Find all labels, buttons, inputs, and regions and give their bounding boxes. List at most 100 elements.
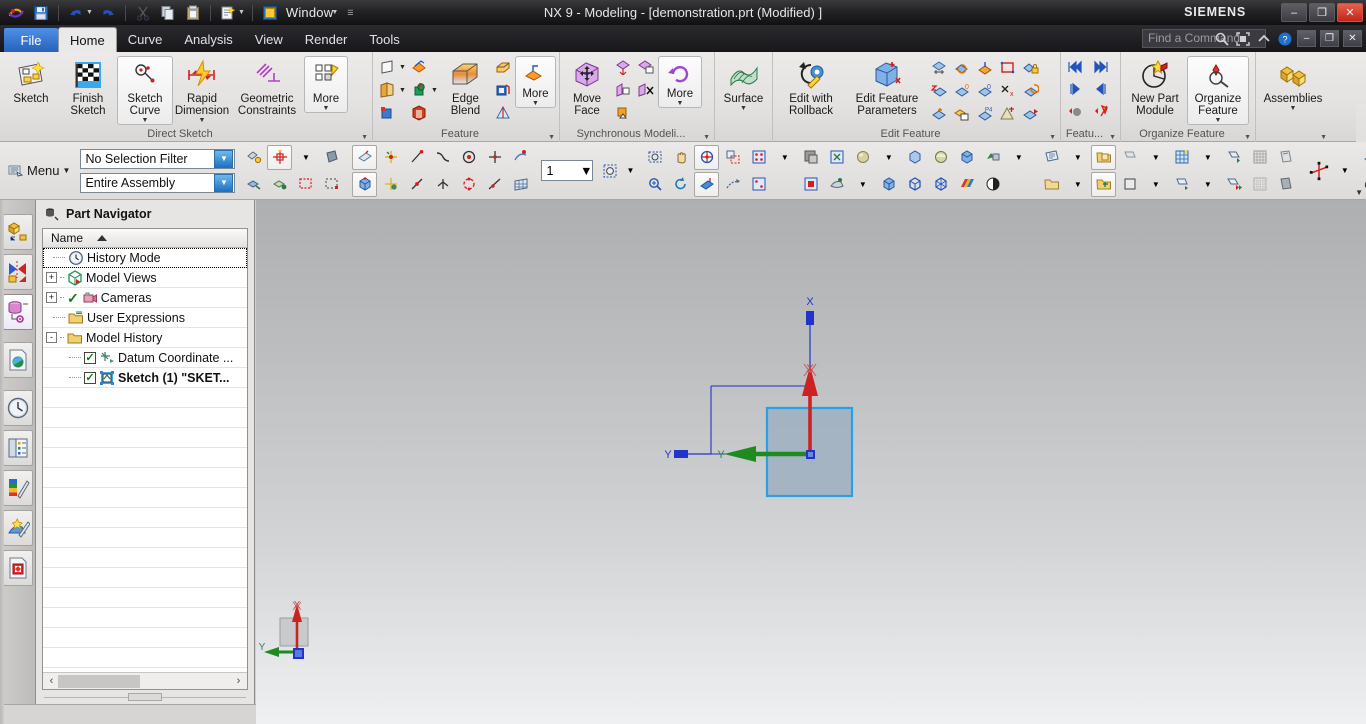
rapid-dimension-button[interactable]: Rapid Dimension ▼ — [174, 56, 230, 125]
view-style-dropdown-icon[interactable]: ▼ — [850, 172, 875, 197]
static-wireframe-icon[interactable] — [902, 145, 927, 170]
selection-filter-arrow-icon[interactable]: ▼ — [214, 149, 234, 168]
close-doc-button[interactable]: ✕ — [1343, 30, 1362, 47]
line-icon[interactable] — [404, 145, 429, 170]
step-forward-icon[interactable] — [1090, 100, 1112, 122]
window-menu-caret-icon[interactable]: ▼ — [331, 9, 340, 16]
restore-button[interactable]: ❐ — [1309, 3, 1335, 22]
direct-sketch-more-button[interactable]: More ▼ — [304, 56, 348, 113]
cameras-check-icon[interactable]: ✓ — [67, 291, 79, 305]
trim-icon[interactable] — [430, 172, 455, 197]
pan-icon[interactable] — [668, 145, 693, 170]
tab-view[interactable]: View — [244, 27, 294, 52]
play-feature-icon[interactable] — [1020, 103, 1042, 125]
line-point-icon[interactable] — [404, 172, 429, 197]
select-component-icon[interactable] — [267, 172, 292, 197]
select-general-icon[interactable] — [241, 145, 266, 170]
close-button[interactable]: ✕ — [1337, 3, 1363, 22]
reuse-library-icon[interactable] — [2, 342, 33, 378]
circle-icon[interactable] — [456, 145, 481, 170]
edge-blend-button[interactable]: Edge Blend — [440, 56, 491, 118]
datum-axis-dropdown-icon[interactable]: ▼ — [398, 87, 407, 94]
scroll-right-icon[interactable]: › — [232, 675, 245, 687]
snap-point-icon[interactable] — [267, 144, 293, 170]
synchronous-dialog-launcher[interactable]: ▼ — [703, 134, 710, 141]
rotate-icon[interactable] — [694, 144, 720, 170]
edit-sketch-icon[interactable] — [997, 57, 1019, 79]
system-materials-icon[interactable] — [2, 470, 33, 506]
finish-sketch-button[interactable]: Finish Sketch — [60, 56, 116, 118]
wcs-drag-icon[interactable] — [1306, 148, 1331, 194]
refresh-icon[interactable] — [668, 172, 693, 197]
snapshot-dropdown-icon[interactable]: ▼ — [238, 9, 247, 16]
layer-dropdown2-icon[interactable]: ▼ — [1065, 145, 1090, 170]
revolve-icon[interactable] — [408, 79, 430, 101]
wcs-orient-icon[interactable] — [1169, 172, 1194, 197]
studio-view-icon[interactable] — [980, 145, 1005, 170]
constraint-navigator-icon[interactable] — [2, 254, 33, 290]
tab-render[interactable]: Render — [294, 27, 359, 52]
checkbox-datum-coordinate[interactable]: ✓ — [84, 351, 96, 364]
delete-face-icon[interactable] — [635, 79, 657, 101]
last-feature-icon[interactable] — [1090, 56, 1112, 78]
datum-plane-dropdown-icon[interactable]: ▼ — [398, 64, 407, 71]
assembly-navigator-icon[interactable] — [2, 214, 33, 250]
color-icon[interactable] — [954, 172, 979, 197]
derived-line-icon[interactable] — [482, 172, 507, 197]
view-dropdown2-icon[interactable] — [772, 172, 797, 197]
part-navigator-column-header[interactable]: Name — [43, 229, 247, 248]
expander-cameras[interactable]: + — [46, 292, 57, 303]
edit-positioning-icon[interactable] — [928, 57, 950, 79]
wcs-dropdown-icon[interactable]: ▼ — [1195, 172, 1220, 197]
zoom-icon[interactable] — [642, 172, 667, 197]
datum-plane-icon[interactable] — [376, 56, 398, 78]
hscroll-track[interactable] — [58, 674, 232, 688]
copy-to-layer-icon[interactable] — [1091, 171, 1117, 197]
grid-snap-icon[interactable] — [1247, 172, 1272, 197]
expander-model-history[interactable]: - — [46, 332, 57, 343]
point-icon[interactable] — [482, 145, 507, 170]
studio-spline-icon[interactable] — [508, 145, 533, 170]
paste-icon[interactable] — [181, 2, 205, 23]
splitter-handle[interactable] — [128, 693, 162, 701]
perspective-icon[interactable] — [694, 171, 720, 197]
tab-curve[interactable]: Curve — [117, 27, 174, 52]
selection-dropdown-icon[interactable]: ▼ — [293, 145, 318, 170]
pull-face-icon[interactable] — [612, 56, 634, 78]
feature-lock-icon[interactable] — [1020, 57, 1042, 79]
tab-file[interactable]: File — [4, 28, 58, 52]
rectangle-select-icon[interactable] — [293, 172, 318, 197]
fly-through-icon[interactable] — [720, 172, 745, 197]
resize-face-icon[interactable] — [612, 79, 634, 101]
rect-marquee-icon[interactable] — [319, 172, 344, 197]
surface-caret-icon[interactable]: ▼ — [740, 105, 747, 112]
view-shaded-icon[interactable] — [1273, 172, 1298, 197]
menu-caret-icon[interactable]: ▼ — [63, 166, 71, 175]
wcs-display-icon[interactable] — [1221, 145, 1246, 170]
iso-view-icon[interactable] — [876, 172, 901, 197]
edit-feature-parameters-button[interactable]: Edit Feature Parameters — [847, 56, 927, 118]
fillet-icon[interactable] — [456, 172, 481, 197]
trimetric-icon[interactable] — [902, 172, 927, 197]
hole-icon[interactable] — [408, 102, 430, 124]
suppress-feature-icon[interactable] — [928, 80, 950, 102]
sketch-in-task-icon[interactable] — [352, 144, 378, 170]
move-object-icon[interactable] — [378, 172, 403, 197]
system-visual-icon[interactable] — [2, 550, 33, 586]
datum-axis-icon[interactable] — [376, 79, 398, 101]
feature-p4-icon[interactable]: P4 — [974, 103, 996, 125]
selection-filter-combo[interactable]: No Selection Filter ▼ — [80, 148, 236, 169]
new-snapshot-icon[interactable] — [216, 2, 240, 23]
sketch-on-plane-icon[interactable] — [352, 171, 378, 197]
organize-feature-caret-icon[interactable]: ▼ — [1215, 117, 1222, 124]
delete-feature-icon[interactable] — [928, 103, 950, 125]
grid-icon[interactable] — [1169, 145, 1194, 170]
select-feature-icon[interactable] — [241, 172, 266, 197]
history-icon[interactable] — [2, 390, 33, 426]
new-part-module-button[interactable]: New Part Module — [1124, 56, 1186, 118]
tree-item-model-history[interactable]: - Model History — [43, 328, 247, 348]
undo-icon[interactable] — [64, 2, 88, 23]
rapid-dimension-dropdown-icon[interactable]: ▼ — [199, 117, 206, 124]
orient-view-icon[interactable] — [746, 145, 771, 170]
step-back-icon[interactable] — [1064, 100, 1086, 122]
